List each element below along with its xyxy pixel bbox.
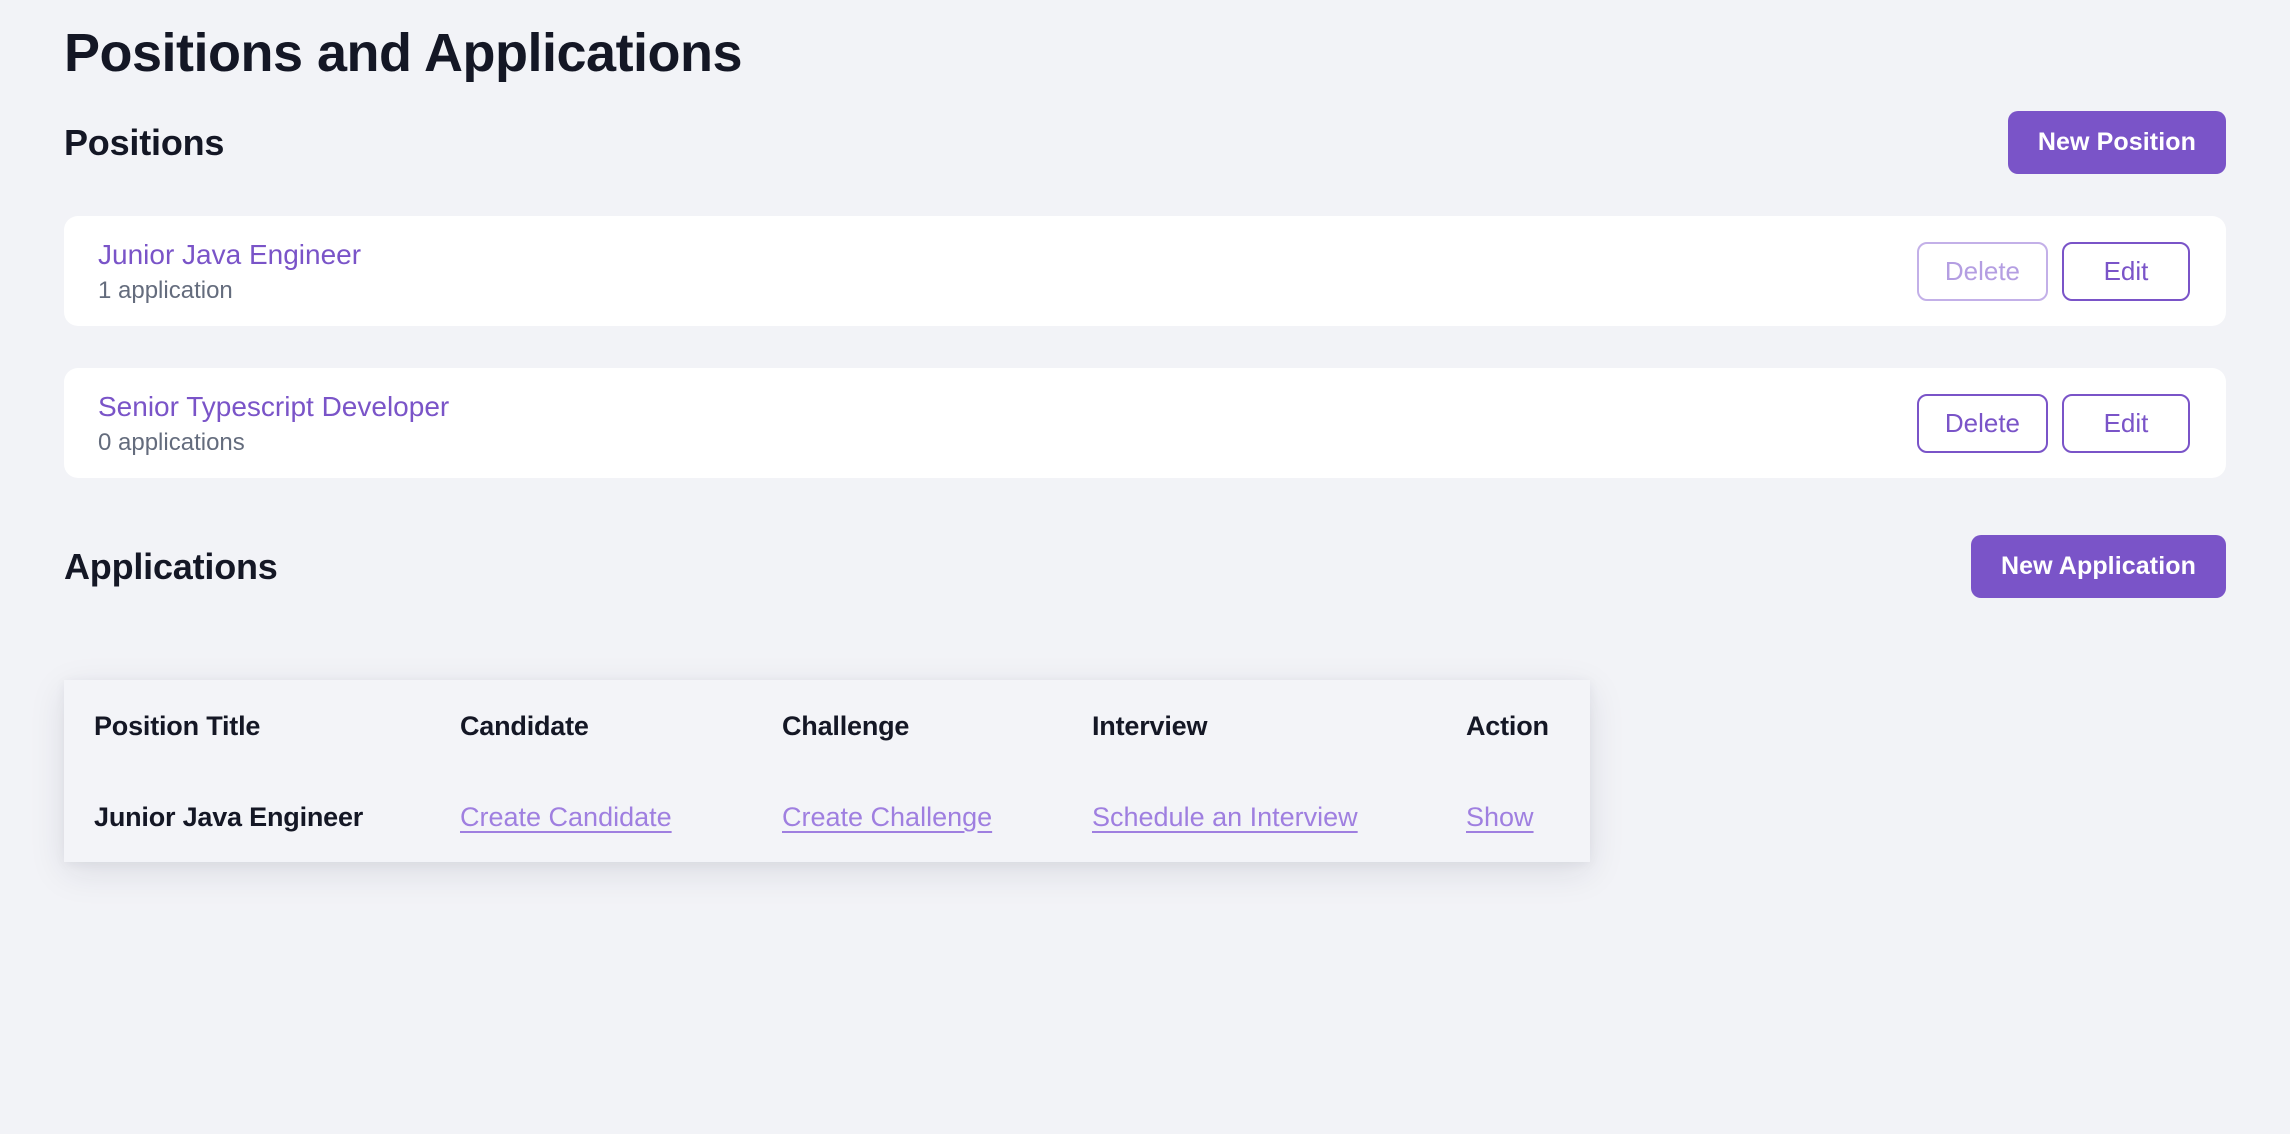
delete-position-button[interactable]: Delete [1916, 393, 2048, 453]
create-candidate-link[interactable]: Create Candidate [460, 802, 672, 832]
column-header-challenge: Challenge [782, 710, 910, 741]
position-title-link[interactable]: Senior Typescript Developer [98, 389, 449, 424]
position-title-link[interactable]: Junior Java Engineer [98, 237, 361, 272]
delete-position-button[interactable]: Delete [1916, 241, 2048, 301]
column-header-candidate: Candidate [460, 710, 589, 741]
applications-table: Position Title Candidate Challenge Inter… [64, 680, 1590, 862]
position-card-actions: Delete Edit [1916, 241, 2190, 301]
page-root: Positions and Applications Positions New… [0, 0, 2290, 1134]
table-header-row: Position Title Candidate Challenge Inter… [64, 680, 1590, 772]
positions-heading: Positions [64, 121, 225, 163]
applications-heading: Applications [64, 545, 278, 587]
create-challenge-link[interactable]: Create Challenge [782, 802, 992, 832]
position-application-count: 1 application [98, 276, 233, 304]
edit-position-button[interactable]: Edit [2062, 241, 2190, 301]
applications-section-header: Applications New Application [64, 530, 2226, 602]
position-application-count: 0 applications [98, 428, 245, 456]
table-row: Junior Java Engineer Create Candidate Cr… [64, 772, 1590, 862]
position-card: Junior Java Engineer 1 application Delet… [64, 216, 2226, 327]
column-header-interview: Interview [1092, 710, 1208, 741]
position-card-actions: Delete Edit [1916, 393, 2190, 453]
positions-section-header: Positions New Position [64, 106, 2226, 178]
page-title: Positions and Applications [64, 23, 743, 83]
column-header-position-title: Position Title [94, 710, 261, 741]
new-application-button[interactable]: New Application [1970, 534, 2226, 598]
positions-list: Junior Java Engineer 1 application Delet… [64, 216, 2226, 479]
applications-table-body: Junior Java Engineer Create Candidate Cr… [64, 772, 1590, 862]
applications-table-card: Position Title Candidate Challenge Inter… [64, 680, 1590, 863]
column-header-action: Action [1466, 710, 1549, 741]
position-info: Senior Typescript Developer 0 applicatio… [98, 389, 449, 458]
show-application-link[interactable]: Show [1466, 802, 1534, 832]
new-position-button[interactable]: New Position [2007, 110, 2226, 174]
schedule-interview-link[interactable]: Schedule an Interview [1092, 802, 1358, 832]
edit-position-button[interactable]: Edit [2062, 393, 2190, 453]
applications-table-head: Position Title Candidate Challenge Inter… [64, 680, 1590, 772]
position-card: Senior Typescript Developer 0 applicatio… [64, 368, 2226, 479]
cell-position-title: Junior Java Engineer [94, 801, 364, 832]
position-info: Junior Java Engineer 1 application [98, 237, 361, 306]
